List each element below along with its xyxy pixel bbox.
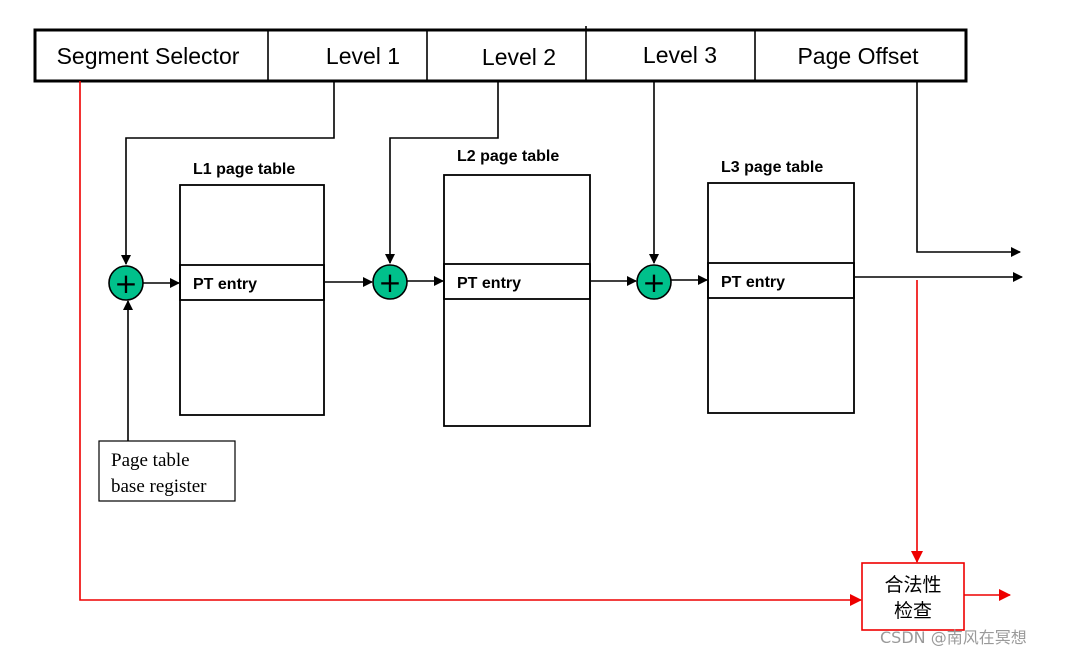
field-level-3: Level 3 [643, 42, 717, 68]
l3-table-title: L3 page table [721, 159, 823, 176]
validity-check-box: 合法性 检查 [861, 562, 965, 631]
page-table-base-register: Page table base register [98, 440, 236, 502]
adder-2: + [372, 264, 408, 300]
plus-icon: + [114, 267, 137, 300]
l1-pt-entry: PT entry [193, 276, 257, 293]
l2-page-table: L2 page table PT entry [443, 148, 591, 427]
base-register-line2: base register [111, 476, 207, 497]
check-line1: 合法性 [884, 574, 941, 596]
adder-3: + [636, 264, 672, 300]
page-table-diagram: Segment Selector Level 1 Level 2 Level 3… [33, 26, 1027, 647]
field-segment-selector: Segment Selector [57, 43, 240, 69]
field-level-2: Level 2 [482, 44, 556, 70]
l2-table-title: L2 page table [457, 148, 559, 165]
field-page-offset: Page Offset [797, 43, 919, 69]
l1-page-table: L1 page table PT entry [179, 161, 325, 416]
watermark: CSDN @南风在冥想 [880, 628, 1027, 647]
l2-pt-entry: PT entry [457, 275, 521, 292]
check-line2: 检查 [894, 600, 932, 622]
l3-page-table: L3 page table PT entry [707, 159, 855, 414]
l1-table-title: L1 page table [193, 161, 295, 178]
field-level-1: Level 1 [326, 43, 400, 69]
base-register-line1: Page table [111, 450, 190, 471]
adder-1: + [108, 265, 144, 301]
l3-pt-entry: PT entry [721, 274, 785, 291]
plus-icon: + [642, 266, 665, 299]
plus-icon: + [378, 266, 401, 299]
offset-arrow [916, 81, 1021, 257]
virtual-address-bar: Segment Selector Level 1 Level 2 Level 3… [33, 26, 968, 83]
